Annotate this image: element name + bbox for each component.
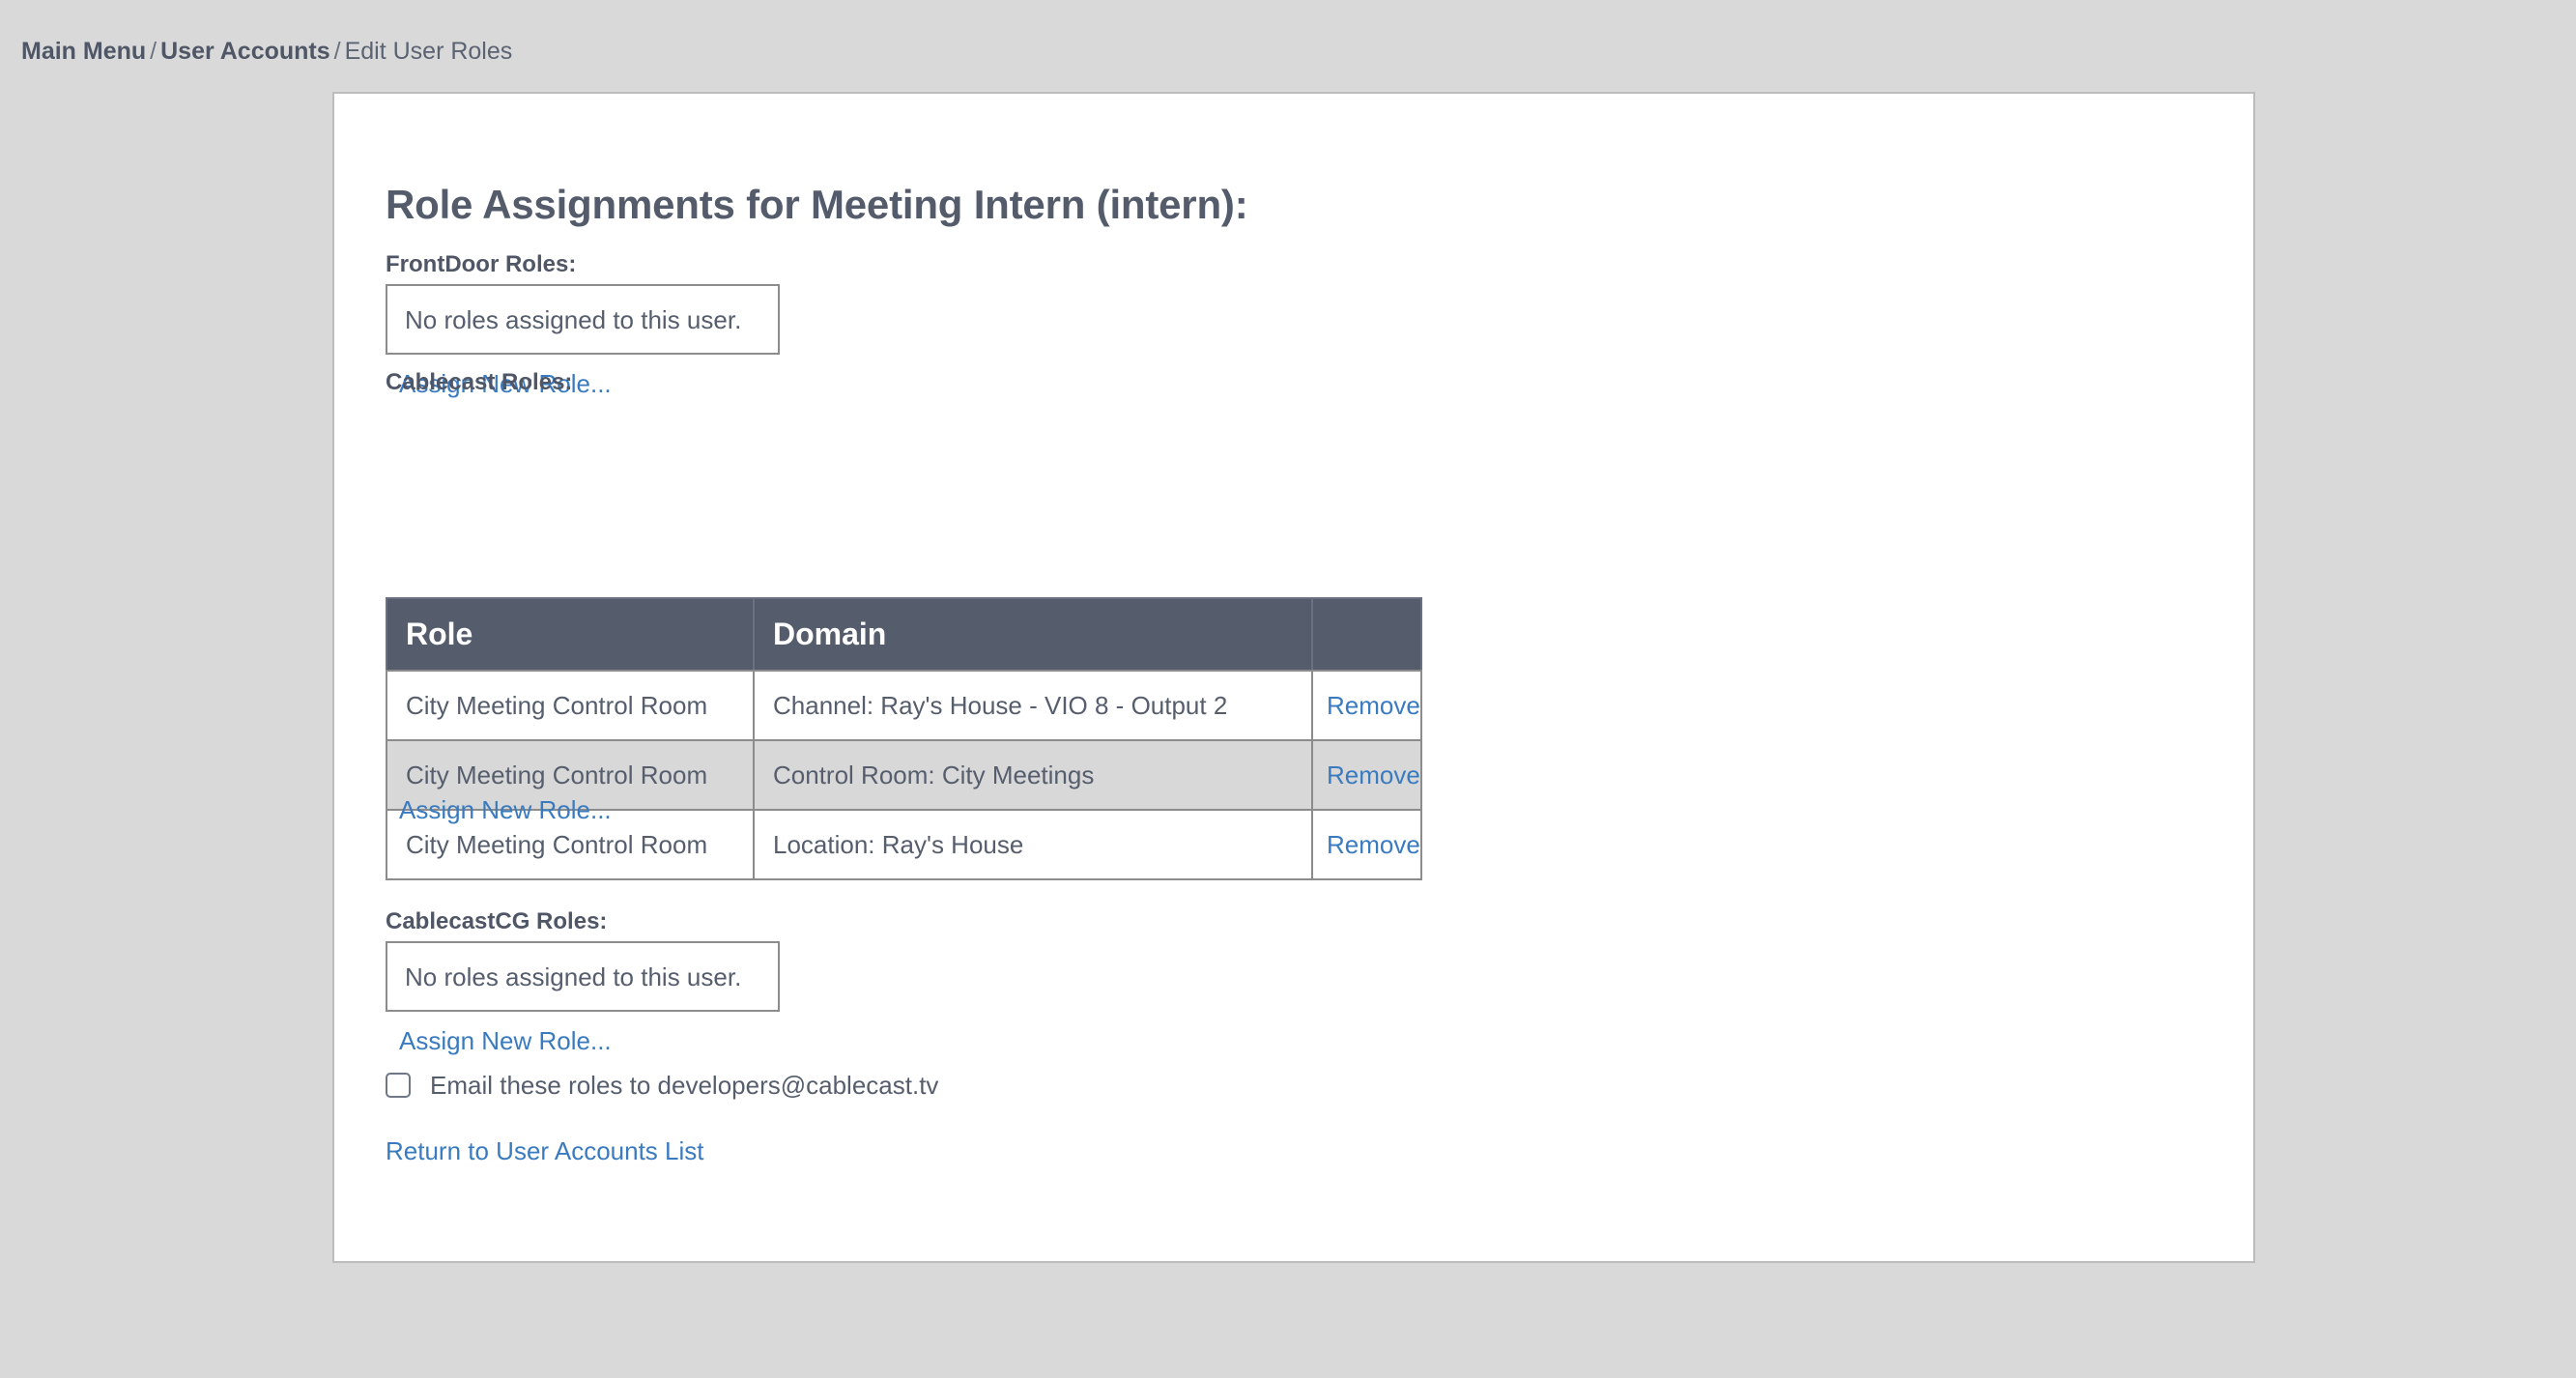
- remove-role-link[interactable]: Remove: [1327, 691, 1420, 720]
- remove-role-link[interactable]: Remove: [1327, 761, 1420, 789]
- cablecastcg-empty-box: No roles assigned to this user.: [386, 941, 780, 1012]
- page-title: Role Assignments for Meeting Intern (int…: [386, 182, 1248, 227]
- column-header-role: Role: [386, 597, 755, 672]
- cablecast-roles-label: Cablecast Roles:: [386, 369, 573, 395]
- table-row: City Meeting Control Room Channel: Ray's…: [386, 670, 1422, 741]
- breadcrumb-item-main-menu[interactable]: Main Menu: [21, 38, 146, 65]
- card-inner: Role Assignments for Meeting Intern (int…: [334, 94, 2253, 1261]
- return-to-user-accounts-list-link[interactable]: Return to User Accounts List: [386, 1136, 703, 1165]
- cablecastcg-roles-label: CablecastCG Roles:: [386, 908, 608, 934]
- cablecastcg-assign-new-role-link[interactable]: Assign New Role...: [399, 1026, 612, 1055]
- breadcrumb-separator: /: [333, 38, 341, 65]
- remove-role-link[interactable]: Remove: [1327, 830, 1420, 859]
- breadcrumb-item-user-accounts[interactable]: User Accounts: [160, 38, 330, 65]
- email-roles-label: Email these roles to developers@cablecas…: [430, 1071, 939, 1100]
- table-body: City Meeting Control Room Channel: Ray's…: [386, 670, 1422, 880]
- column-header-actions: [1311, 597, 1422, 672]
- frontdoor-roles-label: FrontDoor Roles:: [386, 251, 577, 277]
- cell-role: City Meeting Control Room: [386, 670, 755, 741]
- cell-action: Remove: [1311, 670, 1422, 741]
- cell-domain: Control Room: City Meetings: [753, 739, 1313, 811]
- cell-domain: Channel: Ray's House - VIO 8 - Output 2: [753, 670, 1313, 741]
- breadcrumb-item-edit-user-roles: Edit User Roles: [344, 38, 513, 65]
- cell-action: Remove: [1311, 809, 1422, 880]
- frontdoor-empty-text: No roles assigned to this user.: [405, 304, 742, 334]
- breadcrumb: Main Menu / User Accounts / Edit User Roles: [21, 37, 512, 66]
- email-roles-checkbox[interactable]: [386, 1073, 411, 1098]
- cell-domain: Location: Ray's House: [753, 809, 1313, 880]
- cablecast-roles-table: Role Domain City Meeting Control Room Ch…: [386, 597, 1422, 880]
- cablecast-assign-new-role-link[interactable]: Assign New Role...: [399, 795, 612, 824]
- table-header-row: Role Domain: [386, 597, 1422, 672]
- cell-action: Remove: [1311, 739, 1422, 811]
- column-header-domain: Domain: [753, 597, 1313, 672]
- breadcrumb-separator: /: [150, 38, 157, 65]
- cablecastcg-empty-text: No roles assigned to this user.: [405, 962, 742, 991]
- table-head: Role Domain: [386, 597, 1422, 672]
- email-roles-row: Email these roles to developers@cablecas…: [386, 1071, 938, 1100]
- content-card: Role Assignments for Meeting Intern (int…: [332, 92, 2255, 1263]
- frontdoor-empty-box: No roles assigned to this user.: [386, 284, 780, 355]
